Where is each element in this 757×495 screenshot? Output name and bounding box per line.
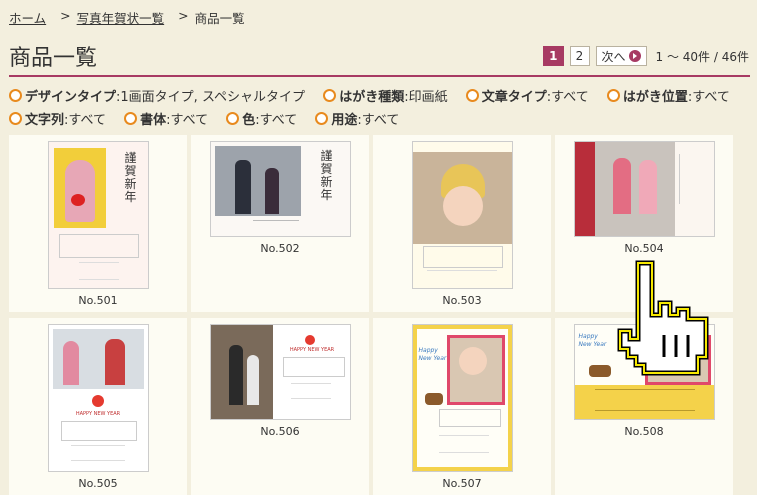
bullet-icon — [323, 89, 337, 102]
next-label: 次へ — [601, 49, 626, 64]
product-name[interactable]: No.503 — [373, 294, 551, 307]
face-figure — [458, 347, 487, 375]
bullet-icon — [9, 89, 22, 102]
product-name[interactable]: No.507 — [373, 477, 551, 490]
bullet-icon — [315, 112, 329, 125]
photo-area — [214, 146, 301, 216]
product-name[interactable]: No.502 — [191, 242, 369, 255]
result-count: 1 ～ 40件 / 46件 — [655, 49, 749, 64]
heart-prop — [70, 194, 85, 206]
breadcrumb-separator: > — [178, 8, 189, 23]
filter-text-type: 文章タイプ:すべて — [465, 86, 589, 109]
address-lines — [70, 445, 125, 461]
person-figure — [264, 168, 279, 214]
filter-card-type: はがき種類:印画紙 — [323, 86, 448, 109]
address-lines — [290, 383, 331, 399]
message-box — [60, 421, 137, 441]
greeting-text: Happy New Year — [578, 333, 607, 348]
message-box — [422, 246, 503, 268]
filter-usage: 用途:すべて — [315, 109, 399, 132]
product-name[interactable]: No.506 — [191, 425, 369, 438]
breadcrumb: ホーム > 写真年賀状一覧 > 商品一覧 — [9, 8, 245, 27]
product-name[interactable]: No.505 — [9, 477, 187, 490]
face-figure — [442, 186, 483, 226]
bullet-icon — [9, 112, 22, 125]
product-card[interactable]: 謹賀新年 No.502 — [191, 135, 369, 312]
product-name[interactable]: No.508 — [555, 425, 733, 438]
page-2-button[interactable]: 2 — [569, 46, 590, 66]
bullet-icon — [124, 112, 138, 125]
address-lines — [438, 435, 489, 453]
product-thumbnail[interactable] — [573, 141, 715, 237]
product-card[interactable]: Happy New Year No.507 — [373, 318, 551, 495]
product-card[interactable]: No.503 — [373, 135, 551, 312]
pagination: 1 2 次へ 1 ～ 40件 / 46件 — [543, 46, 749, 66]
bullet-icon — [465, 89, 479, 102]
hand-pointer-cursor-icon — [617, 260, 709, 376]
message-box — [58, 234, 139, 258]
filter-summary: デザインタイプ:1画面タイプ, スペシャルタイプ はがき種類:印画紙 文章タイプ… — [9, 86, 754, 132]
breadcrumb-parent-link[interactable]: 写真年賀状一覧 — [77, 8, 165, 27]
sun-icon — [304, 335, 315, 345]
sun-icon — [91, 395, 104, 407]
greeting-text: HAPPY NEW YEAR — [289, 347, 335, 353]
bullet-icon — [226, 112, 240, 125]
filter-color: 色:すべて — [226, 109, 297, 132]
address-lines — [252, 220, 299, 229]
filter-design-type: デザインタイプ:1画面タイプ, スペシャルタイプ — [9, 86, 305, 109]
greeting-text: 謹賀新年 — [124, 151, 137, 204]
address-lines — [78, 262, 119, 280]
address-lines — [426, 270, 497, 283]
person-figure — [234, 160, 251, 214]
page-title: 商品一覧 — [9, 46, 98, 71]
person-figure — [228, 345, 243, 405]
dog-illustration — [424, 393, 443, 405]
page-1-button[interactable]: 1 — [543, 46, 564, 66]
message-box — [438, 409, 501, 427]
person-figure — [612, 158, 631, 214]
title-divider — [9, 75, 750, 77]
breadcrumb-current: 商品一覧 — [194, 11, 245, 26]
message-box — [282, 357, 345, 377]
filter-text-direction: 文字列:すべて — [9, 109, 106, 132]
person-figure — [62, 341, 79, 385]
product-thumbnail[interactable]: Happy New Year — [411, 324, 513, 472]
bullet-icon — [606, 89, 620, 102]
product-thumbnail[interactable]: HAPPY NEW YEAR — [209, 324, 351, 420]
product-card[interactable]: HAPPY NEW YEAR No.505 — [9, 318, 187, 495]
breadcrumb-home-link[interactable]: ホーム — [9, 8, 46, 27]
product-card[interactable]: 謹賀新年 No.501 — [9, 135, 187, 312]
message-lines — [678, 154, 708, 204]
product-thumbnail[interactable] — [411, 141, 513, 289]
filter-font: 書体:すべて — [124, 109, 208, 132]
curtain-accent — [574, 142, 595, 236]
product-card[interactable]: HAPPY NEW YEAR No.506 — [191, 318, 369, 495]
product-name[interactable]: No.501 — [9, 294, 187, 307]
product-thumbnail[interactable]: 謹賀新年 — [47, 141, 149, 289]
greeting-text: HAPPY NEW YEAR — [75, 411, 121, 417]
next-page-button[interactable]: 次へ — [595, 46, 647, 66]
greeting-text: 謹賀新年 — [320, 149, 333, 202]
person-figure — [638, 160, 657, 214]
product-thumbnail[interactable]: HAPPY NEW YEAR — [47, 324, 149, 472]
breadcrumb-separator: > — [60, 8, 71, 23]
product-thumbnail[interactable]: 謹賀新年 — [209, 141, 351, 237]
filter-card-position: はがき位置:すべて — [606, 86, 730, 109]
next-arrow-icon — [628, 50, 641, 62]
person-figure — [64, 160, 95, 222]
greeting-text: Happy New Year — [418, 347, 447, 362]
message-lines — [594, 389, 695, 411]
person-figure — [246, 355, 259, 405]
person-figure — [104, 339, 125, 385]
